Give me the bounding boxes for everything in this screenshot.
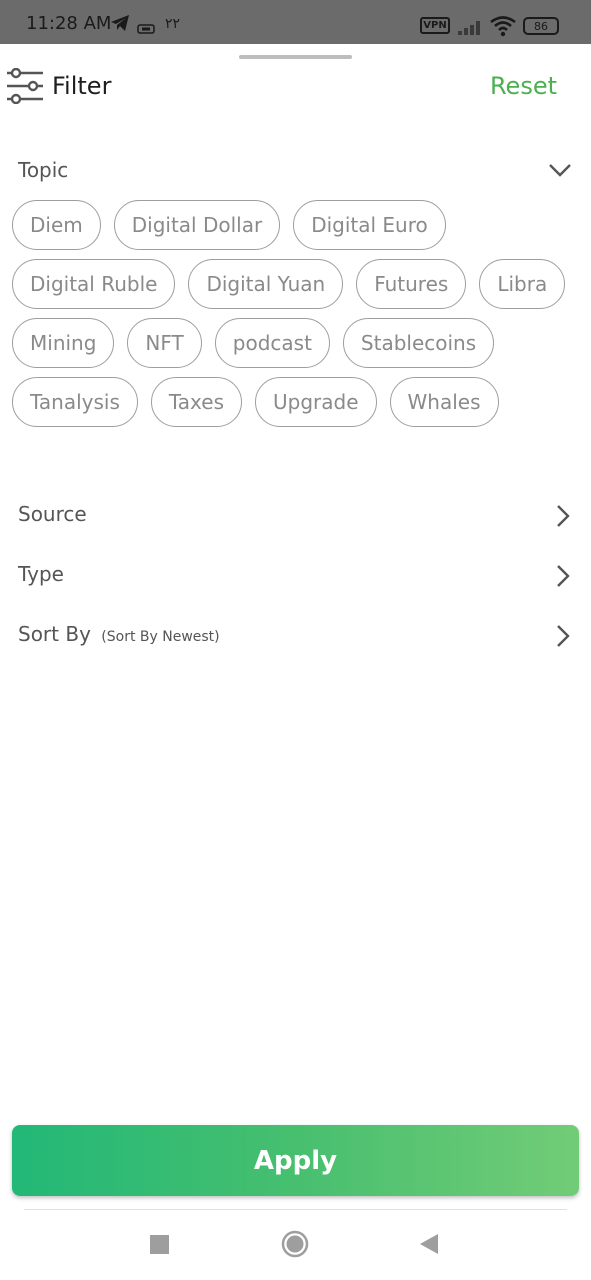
- battery-icon: 86: [523, 17, 559, 35]
- topic-chip[interactable]: podcast: [214, 318, 330, 368]
- source-section-header[interactable]: Source: [0, 494, 591, 534]
- chevron-right-icon: [555, 504, 571, 532]
- topic-chip[interactable]: Whales: [389, 377, 499, 427]
- topic-chip[interactable]: Digital Ruble: [12, 259, 176, 309]
- recents-square-icon[interactable]: [150, 1235, 169, 1258]
- type-label: Type: [18, 562, 64, 586]
- sort-by-section-header[interactable]: Sort By (Sort By Newest): [0, 614, 591, 654]
- apply-button[interactable]: Apply: [12, 1125, 579, 1196]
- topic-chip[interactable]: Mining: [12, 318, 115, 368]
- topic-chip[interactable]: Stablecoins: [342, 318, 495, 368]
- topic-chip[interactable]: Digital Euro: [293, 200, 446, 250]
- sort-by-title: Sort By: [18, 622, 91, 646]
- topic-label: Topic: [18, 158, 69, 182]
- sort-by-label: Sort By (Sort By Newest): [18, 622, 220, 646]
- reset-button[interactable]: Reset: [490, 72, 557, 100]
- topic-chip[interactable]: Taxes: [150, 377, 242, 427]
- topic-chip[interactable]: Diem: [12, 200, 101, 250]
- topic-chip[interactable]: Upgrade: [255, 377, 377, 427]
- topic-chip[interactable]: Tanalysis: [12, 377, 138, 427]
- filter-sliders-icon: [6, 67, 44, 108]
- sim-icon: [137, 19, 155, 38]
- telegram-icon: [110, 14, 130, 36]
- status-bar: 11:28 AM ۲۲ VPN 86: [0, 0, 591, 44]
- page-title: Filter: [52, 72, 112, 100]
- status-extra: ۲۲: [165, 16, 181, 32]
- topic-chip-list: Diem Digital Dollar Digital Euro Digital Ru…: [12, 200, 582, 427]
- type-section-header[interactable]: Type: [0, 554, 591, 594]
- topic-chip[interactable]: Futures: [356, 259, 467, 309]
- topic-chip[interactable]: Digital Yuan: [188, 259, 344, 309]
- sheet-drag-handle[interactable]: [239, 55, 352, 59]
- back-triangle-icon[interactable]: [419, 1233, 439, 1259]
- wifi-icon: [489, 15, 517, 41]
- chevron-down-icon: [548, 162, 572, 182]
- topic-chip[interactable]: Libra: [479, 259, 566, 309]
- vpn-icon: VPN: [420, 17, 450, 34]
- signal-icon: [457, 18, 485, 40]
- sort-by-current: (Sort By Newest): [101, 629, 220, 645]
- status-time: 11:28 AM: [26, 13, 112, 34]
- topic-chip[interactable]: Digital Dollar: [113, 200, 281, 250]
- chevron-right-icon: [555, 624, 571, 652]
- source-label: Source: [18, 502, 87, 526]
- chevron-right-icon: [555, 564, 571, 592]
- home-circle-icon[interactable]: [281, 1230, 309, 1262]
- topic-chip[interactable]: NFT: [127, 318, 202, 368]
- nav-divider: [24, 1209, 567, 1210]
- topic-section-header[interactable]: Topic: [0, 150, 591, 190]
